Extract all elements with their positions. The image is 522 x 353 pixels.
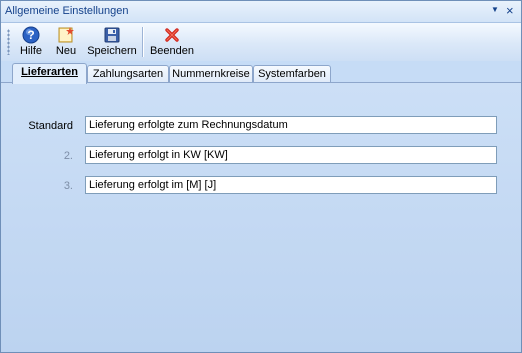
- close-icon[interactable]: ×: [506, 3, 514, 18]
- help-icon: ?: [22, 26, 40, 44]
- new-icon: [58, 27, 74, 43]
- tab-label: Nummernkreise: [172, 68, 250, 80]
- help-button[interactable]: ? Hilfe: [16, 25, 46, 59]
- window-title: Allgemeine Einstellungen: [5, 5, 129, 17]
- third-label: 3.: [63, 180, 73, 192]
- tab-strip: Lieferarten Zahlungsarten Nummernkreise …: [1, 62, 521, 84]
- tab-label: Lieferarten: [21, 66, 78, 78]
- svg-text:?: ?: [27, 28, 34, 42]
- help-button-label: Hilfe: [19, 45, 42, 57]
- tab-content-lieferarten: Standard Lieferung erfolgte zum Rechnung…: [1, 83, 521, 352]
- settings-window: Allgemeine Einstellungen ▼ × ? Hilfe Neu: [0, 0, 522, 353]
- standard-delivery-field[interactable]: Lieferung erfolgte zum Rechnungsdatum: [85, 116, 497, 134]
- tab-zahlungsarten[interactable]: Zahlungsarten: [87, 65, 169, 83]
- tab-systemfarben[interactable]: Systemfarben: [253, 65, 331, 83]
- third-delivery-field[interactable]: Lieferung erfolgt im [M] [J]: [85, 176, 497, 194]
- exit-button[interactable]: Beenden: [149, 25, 195, 59]
- save-icon: [104, 27, 120, 43]
- second-label: 2.: [63, 150, 73, 162]
- second-delivery-field[interactable]: Lieferung erfolgt in KW [KW]: [85, 146, 497, 164]
- tab-label: Zahlungsarten: [92, 68, 164, 80]
- toolbar-grip[interactable]: [7, 29, 10, 55]
- toolbar: ? Hilfe Neu Speichern Beenden: [1, 23, 521, 61]
- exit-icon: [165, 28, 179, 42]
- tab-lieferarten[interactable]: Lieferarten: [12, 63, 87, 84]
- tab-label: Systemfarben: [258, 68, 326, 80]
- toolbar-separator: [142, 27, 144, 57]
- dropdown-caret-icon[interactable]: ▼: [491, 5, 499, 14]
- new-button[interactable]: Neu: [52, 25, 80, 59]
- save-button-label: Speichern: [87, 45, 137, 57]
- new-button-label: Neu: [55, 45, 77, 57]
- tab-nummernkreise[interactable]: Nummernkreise: [169, 65, 253, 83]
- save-button[interactable]: Speichern: [87, 25, 137, 59]
- exit-button-label: Beenden: [149, 45, 195, 57]
- title-bar[interactable]: Allgemeine Einstellungen ▼ ×: [1, 1, 521, 23]
- standard-label: Standard: [28, 120, 73, 132]
